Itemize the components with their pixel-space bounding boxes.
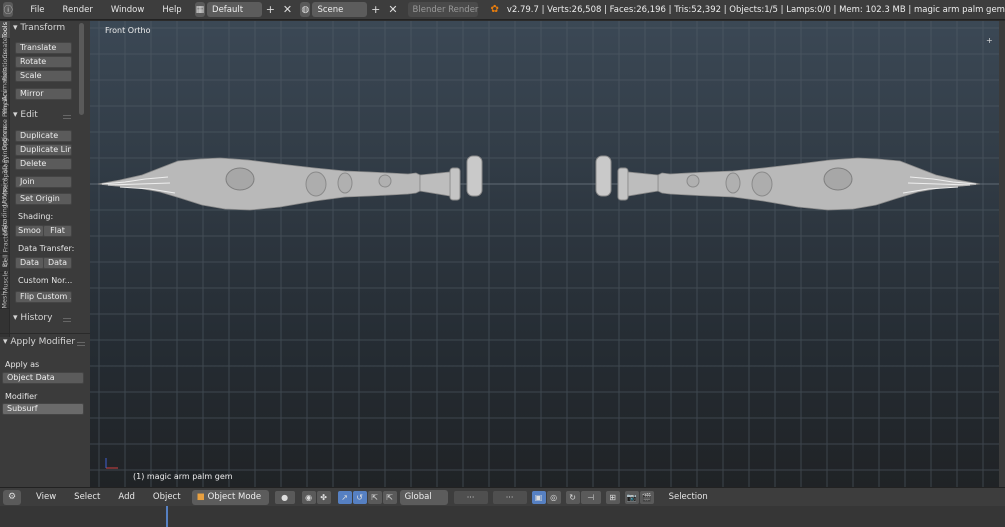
snap-element-icon[interactable]: ⊣ [580,490,601,504]
data-transfer-button[interactable]: Data [15,257,44,269]
active-object-label: (1) magic arm palm gem [133,472,233,481]
info-editor-icon[interactable]: ⓘ [3,2,14,17]
render-preview-icon[interactable]: ⊞ [605,490,620,504]
scene-statistics: v2.79.7 | Verts:26,508 | Faces:26,196 | … [506,4,1005,15]
custom-normals-label: Custom Nor... [18,276,73,285]
apply-as-label: Apply as [5,360,40,369]
tool-shelf-scrollbar[interactable] [79,23,84,115]
panel-grip-icon[interactable] [77,342,85,346]
rotate-button[interactable]: Rotate [15,56,72,68]
tab-cell-fracture[interactable]: Cell Fracture [0,225,10,266]
rotate-manipulator-icon[interactable]: ↺ [352,490,367,504]
add-screen-icon[interactable]: + [266,3,275,16]
panel-divider [0,333,90,334]
menu-render[interactable]: Render [54,5,102,15]
tab-shading-uvs[interactable]: Shading/UVs [0,189,10,230]
menu-file[interactable]: File [21,5,53,15]
menu-view[interactable]: View [27,492,65,502]
transform-orientation-select[interactable]: Global [399,489,448,505]
apply-as-dropdown[interactable]: Object Data [2,372,84,384]
editor-type-icon[interactable]: ⚙ [3,489,21,505]
menu-help[interactable]: Help [153,5,190,15]
flip-custom-normals-button[interactable]: Flip Custom ... [15,291,72,303]
history-panel-header[interactable]: ▾ History [13,313,52,323]
smooth-shading-button[interactable]: Smoo [15,225,44,237]
menu-select[interactable]: Select [65,492,109,502]
screen-layout-icon[interactable]: ▦ [194,2,206,17]
opengl-render-icon[interactable]: 📷 [624,490,639,504]
blender-logo-icon: ✿ [490,4,499,15]
panel-grip-icon[interactable] [63,318,71,322]
layer-buttons-2-icon[interactable]: ··· [492,490,527,504]
scene-field[interactable]: Scene [312,2,368,17]
translate-button[interactable]: Translate [15,42,72,54]
layer-buttons-1-icon[interactable]: ··· [453,490,488,504]
transform-panel-header[interactable]: ▾ Transform [13,23,65,33]
pivot-point-icon[interactable]: ◉ [301,490,316,504]
info-header: ⓘ File Render Window Help ▦ Default + ✕ … [0,0,1005,20]
render-engine-select[interactable]: Blender Render [407,2,479,17]
duplicate-button[interactable]: Duplicate [15,130,72,142]
remove-screen-icon[interactable]: ✕ [283,3,292,16]
lock-layers-icon[interactable]: ▣ [531,490,546,504]
viewport-view-name: Front Ortho [105,26,151,35]
tool-shelf: Tools Create Relations Animation Physics… [0,21,90,487]
data-transfer-label: Data Transfer: [18,244,75,253]
object-mode-icon: ■ [196,492,205,502]
interaction-mode-select[interactable]: ■ Object Mode [191,489,269,505]
tab-muscle[interactable]: Muscle [0,270,10,293]
tab-mesh[interactable]: Mesh [0,291,10,309]
mirror-button[interactable]: Mirror [15,88,72,100]
3d-viewport[interactable]: Front Ortho (1) magic arm palm gem [90,21,999,487]
shading-label: Shading: [18,212,54,221]
scale-manipulator-icon[interactable]: ⇱ [367,490,382,504]
viewport-shading-icon[interactable]: ● [274,490,295,504]
panel-grip-icon[interactable] [63,115,71,119]
delete-button[interactable]: Delete [15,158,72,170]
menu-window[interactable]: Window [102,5,154,15]
properties-region-edge[interactable] [999,21,1005,487]
snap-icon[interactable]: ↻ [565,490,580,504]
tool-shelf-tabs: Tools Create Relations Animation Physics… [0,21,10,337]
magic-arm-right-mesh[interactable] [595,155,981,211]
manipulator-toggle-icon[interactable]: ✤ [316,490,331,504]
properties-toggle-icon[interactable]: + [986,36,993,45]
proportional-edit-icon[interactable]: ◎ [546,490,561,504]
set-origin-dropdown[interactable]: Set Origin [15,193,72,205]
viewport-grid [90,21,999,487]
duplicate-linked-button[interactable]: Duplicate Lin... [15,144,72,156]
opengl-animation-icon[interactable]: 🎬 [639,490,654,504]
data-layout-button[interactable]: Data [43,257,72,269]
3d-view-header: ⚙ View Select Add Object ■ Object Mode ●… [0,487,1005,506]
edit-panel-header[interactable]: ▾ Edit [13,110,38,120]
scale-button[interactable]: Scale [15,70,72,82]
snap-target-label: Selection [668,492,708,502]
modifier-field[interactable]: Subsurf [2,403,84,415]
timeline-strip[interactable] [0,506,1005,527]
apply-modifier-panel-header[interactable]: ▾ Apply Modifier [3,337,75,347]
scene-icon[interactable]: ◍ [300,2,311,17]
screen-layout-field[interactable]: Default [207,2,262,17]
axis-gizmo-icon [105,458,118,469]
modifier-label: Modifier [5,392,38,401]
transform-orientation-icon[interactable]: ⇱ [382,490,397,504]
flat-shading-button[interactable]: Flat [43,225,72,237]
timeline-playhead[interactable] [166,506,168,527]
menu-add[interactable]: Add [109,492,143,502]
add-scene-icon[interactable]: + [371,3,380,16]
translate-manipulator-icon[interactable]: ↗ [337,490,352,504]
magic-arm-left-mesh[interactable] [97,155,483,211]
remove-scene-icon[interactable]: ✕ [388,3,397,16]
menu-object[interactable]: Object [144,492,190,502]
join-button[interactable]: Join [15,176,72,188]
